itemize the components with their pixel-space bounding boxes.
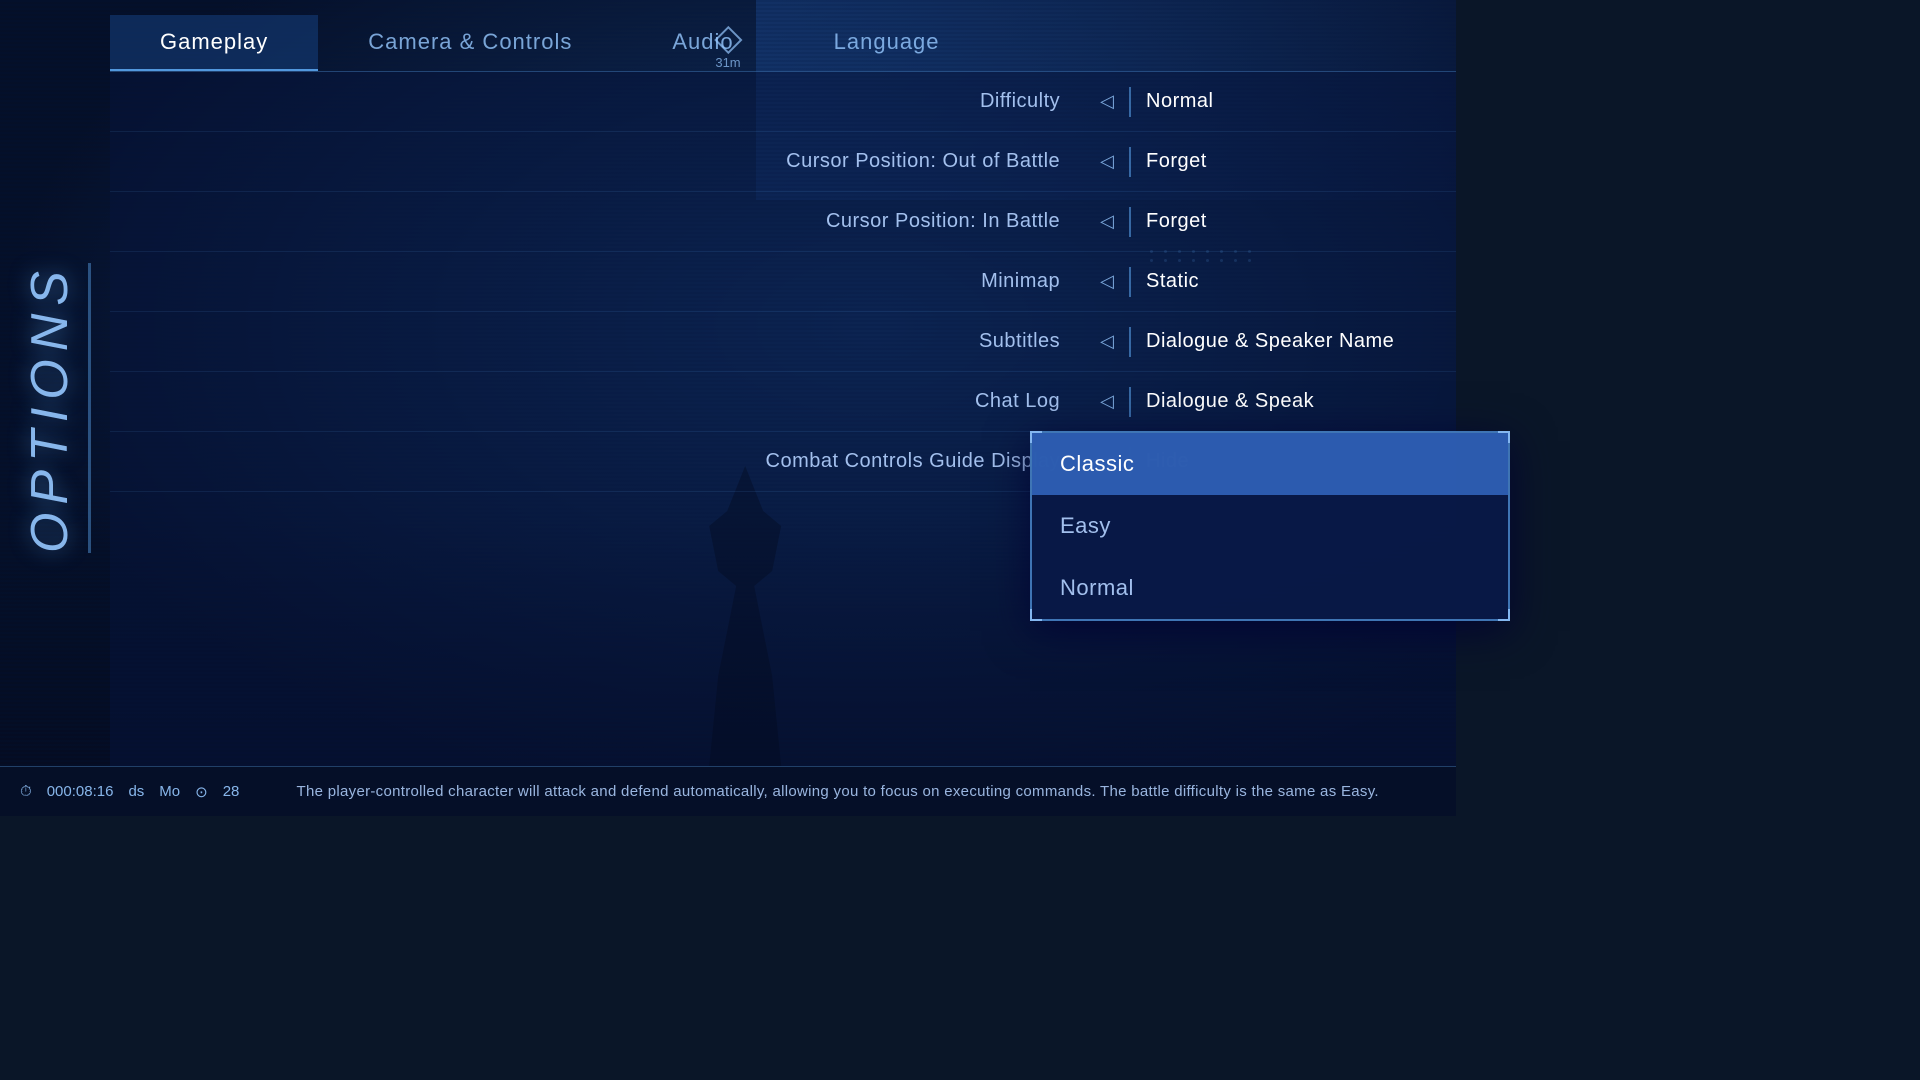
setting-value-difficulty: Normal — [1136, 90, 1456, 113]
mol-icon: Mo — [159, 783, 180, 800]
tab-gameplay[interactable]: Gameplay — [110, 15, 318, 71]
sidebar-label: Options — [20, 263, 91, 553]
setting-row-chat-log[interactable]: Chat Log ◁ Dialogue & Speak Classic Easy — [110, 372, 1456, 432]
sidebar: Options — [0, 0, 110, 816]
divider-cursor-in — [1129, 207, 1131, 237]
setting-row-difficulty[interactable]: Difficulty ◁ Normal — [110, 72, 1456, 132]
divider-cursor-out — [1129, 147, 1131, 177]
arrow-left-chat-log[interactable]: ◁ — [1090, 391, 1124, 412]
arrow-left-subtitles[interactable]: ◁ — [1090, 331, 1124, 352]
timer-display: 000:08:16 — [47, 783, 114, 800]
clock-icon: ⏱ — [20, 783, 32, 800]
dropdown-item-easy[interactable]: Easy — [1032, 495, 1508, 557]
hud-time-indicator: 31m — [715, 55, 740, 70]
setting-row-cursor-in[interactable]: Cursor Position: In Battle ◁ Forget — [110, 192, 1456, 252]
dropdown-item-normal[interactable]: Normal — [1032, 557, 1508, 619]
dropdown-item-classic[interactable]: Classic — [1032, 433, 1508, 495]
hud-diamond-icon — [714, 26, 742, 54]
setting-label-combat-guide: Combat Controls Guide Display — [110, 450, 1090, 473]
setting-value-chat-log: Dialogue & Speak — [1136, 390, 1456, 413]
corner-tl — [1030, 431, 1042, 443]
hud-top: 31m — [715, 30, 740, 70]
options-panel: Gameplay Camera & Controls Audio Languag… — [110, 0, 1456, 816]
arrow-left-cursor-in[interactable]: ◁ — [1090, 211, 1124, 232]
divider-chat-log — [1129, 387, 1131, 417]
setting-row-subtitles[interactable]: Subtitles ◁ Dialogue & Speaker Name — [110, 312, 1456, 372]
setting-value-subtitles: Dialogue & Speaker Name — [1136, 330, 1456, 353]
tab-language[interactable]: Language — [784, 15, 990, 71]
setting-label-chat-log: Chat Log — [110, 390, 1090, 413]
status-bar: ⏱ 000:08:16 ds Mo ⊙ 28 The player-contro… — [0, 766, 1456, 816]
setting-label-cursor-in: Cursor Position: In Battle — [110, 210, 1090, 233]
mol-label: ds — [128, 783, 144, 800]
divider-difficulty — [1129, 87, 1131, 117]
setting-label-minimap: Minimap — [110, 270, 1090, 293]
arrow-left-cursor-out[interactable]: ◁ — [1090, 151, 1124, 172]
corner-br — [1498, 609, 1510, 621]
setting-value-cursor-in: Forget — [1136, 210, 1456, 233]
mol-icon2: ⊙ — [195, 783, 208, 801]
setting-label-subtitles: Subtitles — [110, 330, 1090, 353]
corner-tr — [1498, 431, 1510, 443]
main-content: Options Gameplay Camera & Controls Audio… — [0, 0, 1456, 816]
status-description: The player-controlled character will att… — [239, 783, 1436, 800]
arrow-left-minimap[interactable]: ◁ — [1090, 271, 1124, 292]
arrow-left-difficulty[interactable]: ◁ — [1090, 91, 1124, 112]
tab-audio[interactable]: Audio — [622, 15, 783, 71]
setting-value-minimap: Static — [1136, 270, 1456, 293]
timer-section: ⏱ 000:08:16 ds Mo ⊙ 28 — [20, 783, 239, 801]
divider-minimap — [1129, 267, 1131, 297]
setting-label-difficulty: Difficulty — [110, 90, 1090, 113]
setting-value-cursor-out: Forget — [1136, 150, 1456, 173]
divider-subtitles — [1129, 327, 1131, 357]
setting-row-cursor-out[interactable]: Cursor Position: Out of Battle ◁ Forget — [110, 132, 1456, 192]
difficulty-dropdown: Classic Easy Normal — [1030, 431, 1510, 621]
nav-tabs: Gameplay Camera & Controls Audio Languag… — [110, 15, 1456, 71]
setting-row-minimap[interactable]: Minimap ◁ Static — [110, 252, 1456, 312]
setting-label-cursor-out: Cursor Position: Out of Battle — [110, 150, 1090, 173]
mol-count: 28 — [223, 783, 240, 800]
corner-bl — [1030, 609, 1042, 621]
tab-camera-controls[interactable]: Camera & Controls — [318, 15, 622, 71]
settings-container: Difficulty ◁ Normal Cursor Position: Out… — [110, 71, 1456, 816]
